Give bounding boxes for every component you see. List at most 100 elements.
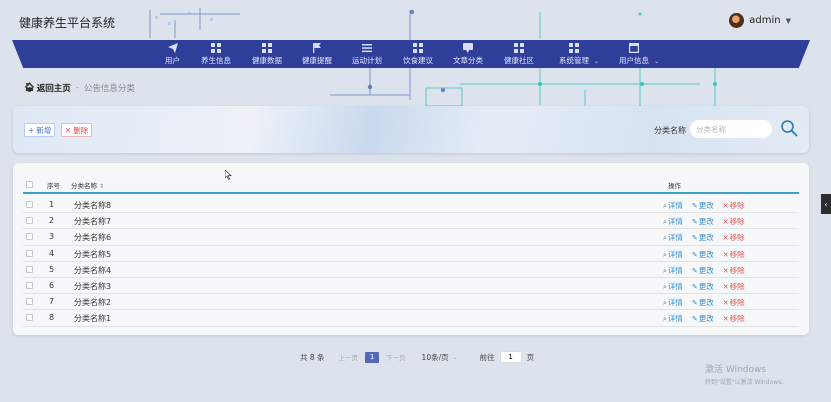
goto-page: 前往 页 xyxy=(480,351,534,363)
next-page-button[interactable]: 下一页 xyxy=(386,352,406,362)
remove-button[interactable]: ✕移除 xyxy=(723,249,745,260)
category-table: 序号 分类名称 ⇕ 操作 1 分类名称8 ⌕详情 ✎更改 ✕移除 2 分类名称7 … xyxy=(13,163,809,335)
eye-icon: ⌕ xyxy=(663,250,667,259)
close-icon: ✕ xyxy=(722,218,729,227)
close-icon: ✕ xyxy=(722,282,729,291)
nav-item-health-data[interactable]: 健康数据 xyxy=(252,43,282,66)
row-index: 4 xyxy=(49,248,55,258)
detail-button[interactable]: ⌕详情 xyxy=(663,281,683,292)
prev-page-button[interactable]: 上一页 xyxy=(339,352,359,362)
flag-icon xyxy=(312,43,322,53)
username[interactable]: admin xyxy=(749,15,780,26)
nav-item-users[interactable]: 用户 xyxy=(165,43,180,66)
edit-button[interactable]: ✎更改 xyxy=(692,265,714,276)
add-button[interactable]: + 新增 xyxy=(24,123,56,137)
header-index: 序号 xyxy=(47,181,60,190)
wrench-icon: ✎ xyxy=(691,266,698,275)
row-name: 分类名称8 xyxy=(74,201,112,210)
table-row: 4 分类名称5 ⌕详情 ✎更改 ✕移除 xyxy=(23,246,799,262)
eye-icon: ⌕ xyxy=(663,282,667,291)
detail-button[interactable]: ⌕详情 xyxy=(663,200,683,211)
chevron-left-icon[interactable]: ‹ xyxy=(821,194,831,214)
eye-icon: ⌕ xyxy=(663,202,667,210)
nav-item-health-reminder[interactable]: 健康提醒 xyxy=(302,43,332,66)
table-body: 1 分类名称8 ⌕详情 ✎更改 ✕移除 2 分类名称7 ⌕详情 ✎更改 ✕移除 … xyxy=(23,197,799,327)
avatar[interactable] xyxy=(729,13,745,28)
row-checkbox[interactable] xyxy=(26,298,33,306)
remove-button[interactable]: ✕移除 xyxy=(723,232,745,243)
user-menu[interactable]: admin ▼ xyxy=(729,13,791,28)
row-checkbox[interactable] xyxy=(26,314,33,322)
row-checkbox[interactable] xyxy=(26,233,33,241)
grid-icon xyxy=(262,43,272,53)
close-icon: ✕ xyxy=(722,234,729,243)
row-checkbox[interactable] xyxy=(26,217,33,225)
row-index: 1 xyxy=(49,200,55,209)
delete-button[interactable]: ✕ 删除 xyxy=(61,123,93,137)
breadcrumb-home[interactable]: 🏠︎ 返回主页 xyxy=(24,82,71,94)
search-icon[interactable] xyxy=(780,119,798,137)
detail-button[interactable]: ⌕详情 xyxy=(663,313,683,324)
edit-button[interactable]: ✎更改 xyxy=(692,216,714,227)
edit-button[interactable]: ✎更改 xyxy=(692,200,714,211)
remove-button[interactable]: ✕移除 xyxy=(723,265,745,276)
table-row: 1 分类名称8 ⌕详情 ✎更改 ✕移除 xyxy=(23,197,799,214)
remove-button[interactable]: ✕移除 xyxy=(723,216,745,227)
nav-item-wellness-info[interactable]: 养生信息 xyxy=(201,43,231,66)
row-actions: ⌕详情 ✎更改 ✕移除 xyxy=(663,249,745,260)
edit-button[interactable]: ✎更改 xyxy=(692,232,714,243)
row-checkbox[interactable] xyxy=(26,201,33,208)
row-checkbox[interactable] xyxy=(26,249,33,257)
row-name: 分类名称6 xyxy=(74,233,112,243)
grid-icon xyxy=(211,43,221,53)
eye-icon: ⌕ xyxy=(663,234,667,243)
grid-icon xyxy=(514,43,524,53)
nav-item-health-community[interactable]: 健康社区 xyxy=(504,43,534,66)
remove-button[interactable]: ✕移除 xyxy=(723,200,745,211)
remove-button[interactable]: ✕移除 xyxy=(723,281,745,292)
detail-button[interactable]: ⌕详情 xyxy=(663,265,683,276)
remove-button[interactable]: ✕移除 xyxy=(723,313,745,324)
goto-page-input[interactable] xyxy=(499,351,522,363)
nav-item-system-management[interactable]: 系统管理 ⌄ xyxy=(559,43,599,66)
detail-button[interactable]: ⌕详情 xyxy=(663,297,683,308)
detail-button[interactable]: ⌕详情 xyxy=(663,216,683,227)
close-icon: ✕ xyxy=(722,250,729,259)
chevron-down-icon: ⌄ xyxy=(593,58,599,65)
sort-icon[interactable]: ⇕ xyxy=(99,183,104,190)
edit-button[interactable]: ✎更改 xyxy=(692,297,714,308)
remove-button[interactable]: ✕移除 xyxy=(723,297,745,308)
edit-button[interactable]: ✎更改 xyxy=(692,281,714,292)
nav-item-diet-advice[interactable]: 饮食建议 xyxy=(403,43,433,66)
row-actions: ⌕详情 ✎更改 ✕移除 xyxy=(663,232,745,243)
main-nav: 用户 养生信息 健康数据 健康提醒 运动计划 饮食建议 文章分类 健康社区 系统… xyxy=(12,40,810,68)
search-input[interactable] xyxy=(690,120,772,138)
header-name[interactable]: 分类名称 ⇕ xyxy=(71,180,104,190)
app-header: 健康养生平台系统 admin ▼ xyxy=(0,0,831,40)
row-checkbox[interactable] xyxy=(26,281,33,289)
row-index: 7 xyxy=(49,297,55,307)
header-ops: 操作 xyxy=(668,181,681,190)
home-icon: 🏠︎ xyxy=(24,83,35,93)
wrench-icon: ✎ xyxy=(691,282,698,291)
edit-button[interactable]: ✎更改 xyxy=(692,249,714,260)
row-checkbox[interactable] xyxy=(26,265,33,273)
search-panel: + 新增 ✕ 删除 分类名称 xyxy=(13,106,809,153)
nav-item-exercise-plan[interactable]: 运动计划 xyxy=(352,43,382,66)
close-icon: ✕ xyxy=(65,125,72,135)
chevron-down-icon[interactable]: ▼ xyxy=(786,17,791,25)
detail-button[interactable]: ⌕详情 xyxy=(663,249,683,260)
nav-item-user-info[interactable]: 用户信息 ⌄ xyxy=(619,43,659,66)
row-index: 3 xyxy=(49,232,55,242)
select-all-checkbox[interactable] xyxy=(26,181,33,188)
close-icon: ✕ xyxy=(722,202,729,210)
pagination: 共 8 条 上一页 1 下一页 10条/页 ⌄ 前往 页 xyxy=(300,351,534,363)
nav-item-article-category[interactable]: 文章分类 xyxy=(453,43,483,66)
table-header: 序号 分类名称 ⇕ 操作 xyxy=(23,177,799,194)
page-size-select[interactable]: 10条/页 ⌄ xyxy=(422,352,458,363)
edit-button[interactable]: ✎更改 xyxy=(692,313,714,324)
table-row: 8 分类名称1 ⌕详情 ✎更改 ✕移除 xyxy=(23,310,799,327)
breadcrumb-current: 公告信息分类 xyxy=(83,84,135,94)
page-number-button[interactable]: 1 xyxy=(365,351,380,363)
detail-button[interactable]: ⌕详情 xyxy=(663,232,683,243)
